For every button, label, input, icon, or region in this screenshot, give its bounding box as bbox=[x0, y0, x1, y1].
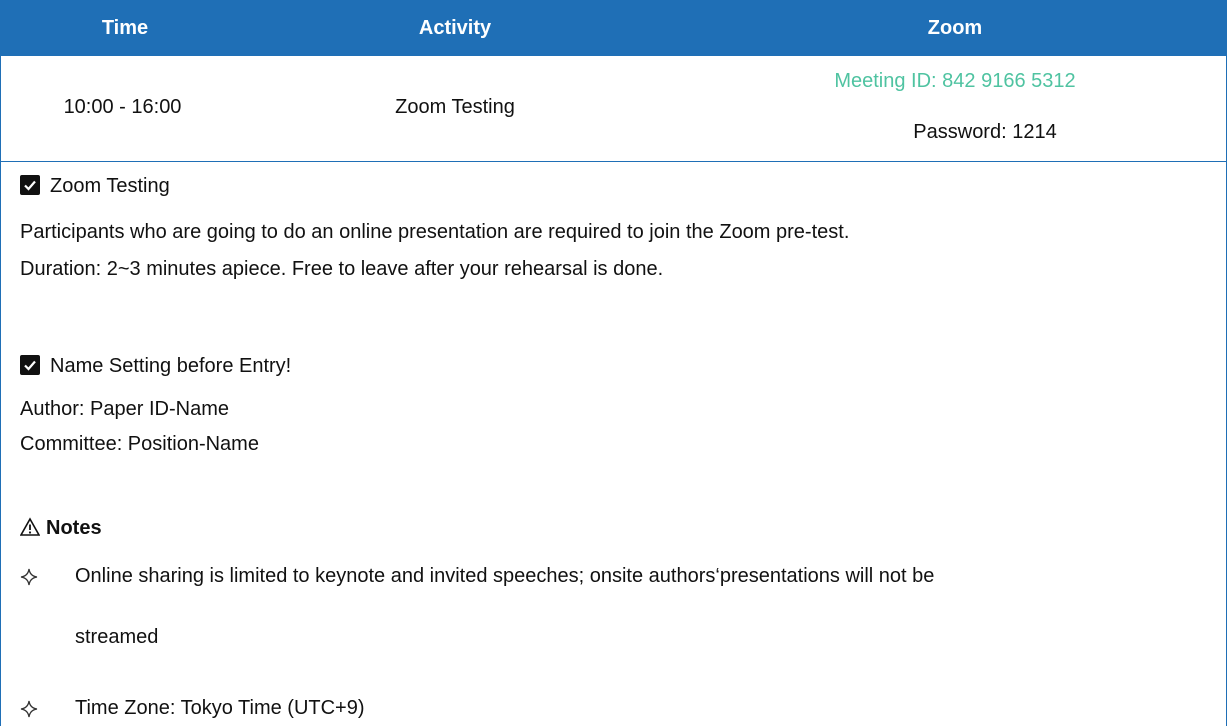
note-item-1-continued: streamed bbox=[75, 626, 159, 648]
header-time: Time bbox=[101, 17, 149, 39]
notes-heading: Notes bbox=[19, 517, 102, 543]
table-header: Time Activity Zoom bbox=[0, 0, 1227, 56]
name-setting-author: Author: Paper ID-Name bbox=[20, 398, 229, 420]
meeting-password: Password: 1214 bbox=[913, 121, 1057, 143]
row-activity: Zoom Testing bbox=[395, 96, 515, 118]
header-activity: Activity bbox=[418, 17, 492, 39]
warning-triangle-icon bbox=[19, 517, 41, 543]
header-zoom: Zoom bbox=[927, 17, 983, 39]
note-item-2: Time Zone: Tokyo Time (UTC+9) bbox=[75, 697, 365, 719]
zoom-testing-heading: Zoom Testing bbox=[20, 175, 170, 198]
notes-title: Notes bbox=[46, 517, 102, 539]
four-point-star-icon bbox=[20, 568, 38, 592]
table-row: 10:00 - 16:00 Zoom Testing Meeting ID: 8… bbox=[0, 56, 1227, 162]
name-setting-heading: Name Setting before Entry! bbox=[20, 355, 291, 378]
name-setting-title: Name Setting before Entry! bbox=[50, 355, 292, 377]
zoom-testing-title: Zoom Testing bbox=[50, 175, 170, 197]
name-setting-committee: Committee: Position-Name bbox=[20, 433, 259, 455]
four-point-star-icon bbox=[20, 700, 38, 724]
zoom-testing-line-1: Participants who are going to do an onli… bbox=[20, 221, 850, 243]
note-item-1: Online sharing is limited to keynote and… bbox=[75, 565, 935, 587]
meeting-id[interactable]: Meeting ID: 842 9166 5312 bbox=[760, 70, 1150, 93]
row-time: 10:00 - 16:00 bbox=[63, 96, 182, 118]
check-box-icon bbox=[20, 175, 40, 195]
zoom-testing-line-2: Duration: 2~3 minutes apiece. Free to le… bbox=[20, 258, 664, 280]
check-box-icon bbox=[20, 355, 40, 375]
